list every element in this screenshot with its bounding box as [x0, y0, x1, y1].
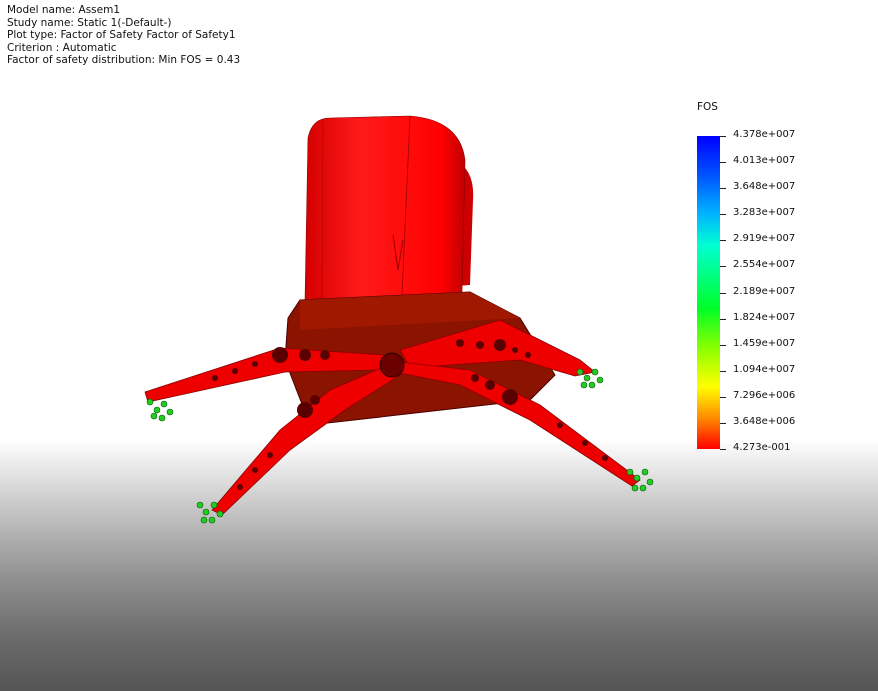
- model-viewport[interactable]: [0, 0, 878, 691]
- cylinder-body: [304, 115, 466, 301]
